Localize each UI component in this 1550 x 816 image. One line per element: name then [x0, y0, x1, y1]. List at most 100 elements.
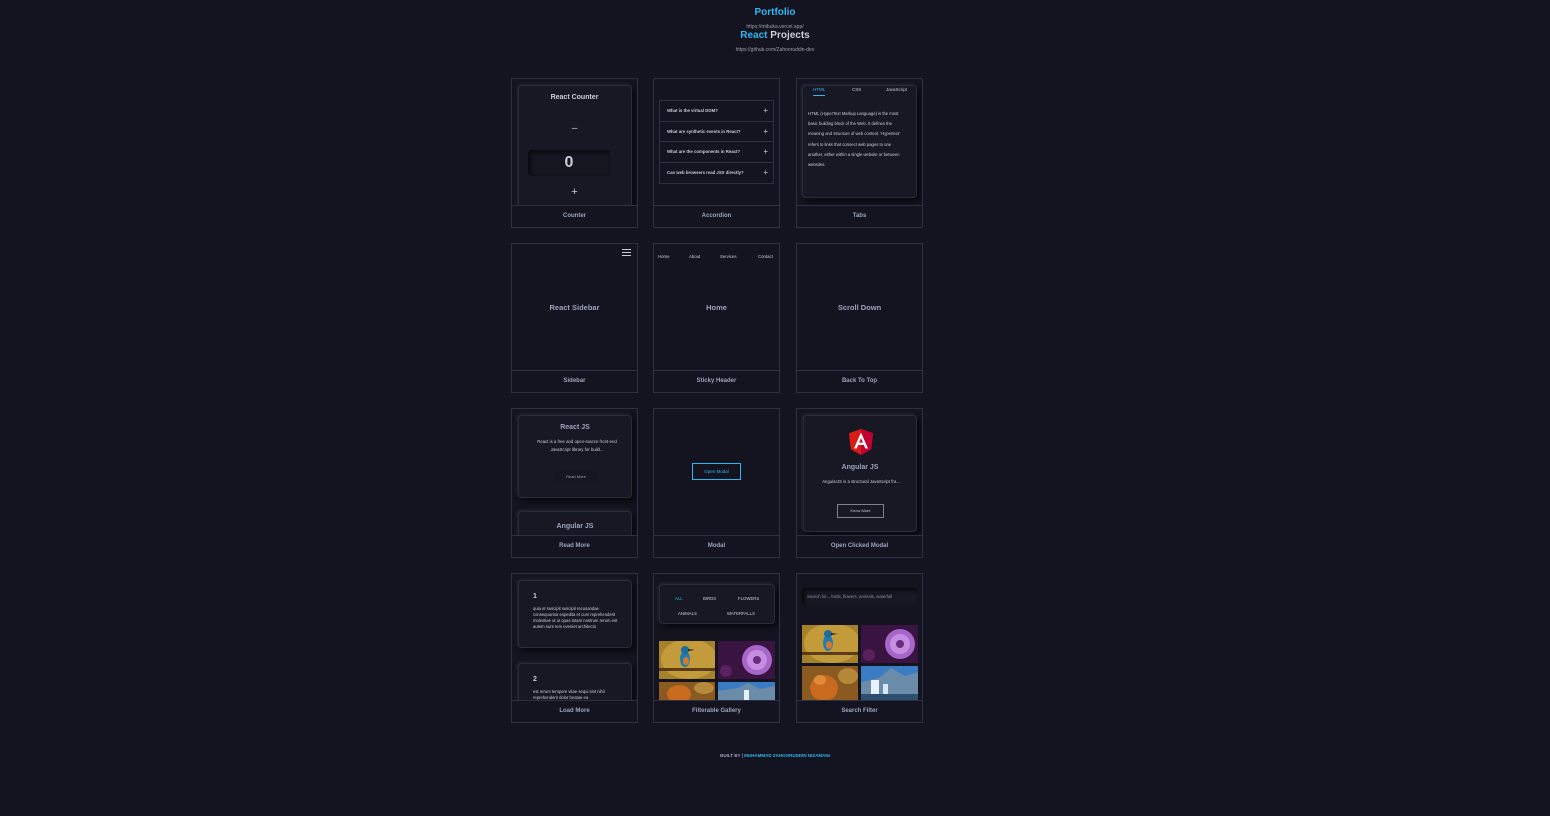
projects-title: React Projects [0, 30, 1550, 41]
read-more-description: React is a free and open-source front-en… [537, 439, 617, 452]
clicked-modal-preview: Angular JS AngularJS is a structural Jav… [797, 409, 922, 535]
angular-logo-icon [849, 429, 873, 456]
project-card-sticky-header[interactable]: Home About Services Contact Home Sticky … [653, 243, 780, 393]
sticky-header-preview: Home About Services Contact Home [654, 244, 779, 370]
plus-icon: + [763, 106, 768, 115]
plus-icon: + [763, 126, 768, 136]
accordion-item[interactable]: What are the components in React? + [660, 142, 773, 163]
tabs-preview: HTML CSS JavaScript HTML (HyperText Mark… [797, 79, 922, 205]
accordion-preview: What is the virtual DOM? + What are synth… [654, 79, 779, 205]
project-card-tabs[interactable]: HTML CSS JavaScript HTML (HyperText Mark… [796, 78, 923, 228]
search-filter-preview: Search for... birds, flowers, animals, w… [797, 574, 922, 700]
know-more-button[interactable]: Know More [837, 504, 884, 518]
load-more-preview: 1 quia et suscipit suscipit recusandae c… [512, 574, 637, 700]
project-card-accordion[interactable]: What is the virtual DOM? + What are synth… [653, 78, 780, 228]
search-image-bird[interactable] [802, 625, 858, 663]
post-number: 1 [533, 593, 537, 600]
read-more-panel-2: Angular JS [518, 511, 632, 535]
sticky-header-text: Home [706, 303, 727, 312]
post-number: 2 [533, 676, 537, 683]
project-card-counter[interactable]: React Counter – 0 + Counter [511, 78, 638, 228]
clicked-modal-panel: Angular JS AngularJS is a structural Jav… [803, 415, 917, 532]
github-url-link[interactable]: https://github.com/Zahooruddin-dev [0, 47, 1550, 53]
project-card-sidebar[interactable]: React Sidebar Sidebar [511, 243, 638, 393]
accordion-item[interactable]: Can web browsers read JSX directly? + [660, 163, 773, 184]
projects-title-accent: React [740, 30, 768, 41]
angular-title: Angular JS [841, 464, 879, 471]
hamburger-menu-icon[interactable] [622, 249, 631, 257]
portfolio-title[interactable]: Portfolio [0, 7, 1550, 18]
card-caption[interactable]: Search Filter [797, 700, 922, 722]
project-card-filterable-gallery[interactable]: ALL BIRDS FLOWERS ANIMALS WATERFALLS Fil… [653, 573, 780, 723]
card-caption[interactable]: Read More [512, 535, 637, 557]
card-caption[interactable]: Back To Top [797, 370, 922, 392]
footer-prefix: BUILT BY | [720, 753, 745, 758]
card-caption[interactable]: Filterable Gallery [654, 700, 779, 722]
sidebar-text: React Sidebar [549, 303, 600, 312]
post-card-2: 2 est rerum tempore vitae sequi sint nih… [518, 663, 632, 700]
author-link[interactable]: MUHAMMAD ZAHOORUDDIN NIZAMANI [744, 753, 830, 758]
search-image-animal[interactable] [802, 666, 858, 700]
page-footer: BUILT BY | MUHAMMAD ZAHOORUDDIN NIZAMANI [0, 753, 1550, 758]
read-more-preview: React JS React is a free and open-source… [512, 409, 637, 535]
card-caption[interactable]: Sticky Header [654, 370, 779, 392]
search-image-flower[interactable] [861, 625, 918, 663]
nav-link-about[interactable]: About [689, 254, 700, 259]
project-card-read-more[interactable]: React JS React is a free and open-source… [511, 408, 638, 558]
accordion-item[interactable]: What is the virtual DOM? + [660, 101, 773, 122]
filter-waterfalls[interactable]: WATERFALLS [727, 611, 755, 616]
read-more-title: React JS [560, 424, 590, 431]
open-modal-button[interactable]: Open Modal [692, 463, 741, 480]
nav-link-contact[interactable]: Contact [758, 254, 773, 259]
gallery-filter-panel: ALL BIRDS FLOWERS ANIMALS WATERFALLS [659, 584, 775, 624]
post-body: est rerum tempore vitae sequi sint nihil… [533, 689, 605, 700]
accordion-item[interactable]: What are synthetic events in React? + [660, 122, 773, 142]
gallery-image-waterfall[interactable] [718, 682, 775, 700]
filter-all[interactable]: ALL [675, 596, 683, 601]
counter-title: React Counter [550, 94, 599, 101]
counter-preview: React Counter – 0 + [512, 79, 637, 205]
read-more-title-2: Angular JS [556, 523, 594, 530]
card-caption[interactable]: Modal [654, 535, 779, 557]
plus-icon: + [763, 147, 768, 156]
accordion-list: What is the virtual DOM? + What are synth… [659, 100, 774, 184]
project-card-load-more[interactable]: 1 quia et suscipit suscipit recusandae c… [511, 573, 638, 723]
card-caption[interactable]: Counter [512, 205, 637, 227]
project-card-modal[interactable]: Open Modal Modal [653, 408, 780, 558]
read-more-button[interactable]: Read More [555, 471, 597, 482]
card-caption[interactable]: Open Clicked Modal [797, 535, 922, 557]
card-caption[interactable]: Load More [512, 700, 637, 722]
scroll-down-text: Scroll Down [837, 303, 882, 312]
tab-bar: HTML CSS JavaScript [802, 87, 909, 101]
plus-icon: + [763, 167, 768, 177]
tab-css[interactable]: CSS [852, 87, 861, 92]
filter-birds[interactable]: BIRDS [703, 596, 716, 601]
gallery-image-animal[interactable] [659, 682, 715, 700]
post-card-1: 1 quia et suscipit suscipit recusandae c… [518, 580, 632, 648]
post-body: quia et suscipit suscipit recusandae con… [533, 606, 618, 629]
decrement-button[interactable]: – [512, 123, 637, 134]
card-caption[interactable]: Sidebar [512, 370, 637, 392]
search-input[interactable]: Search for... birds, flowers, animals, w… [802, 588, 918, 605]
project-card-search-filter[interactable]: Search for... birds, flowers, animals, w… [796, 573, 923, 723]
tab-html[interactable]: HTML [813, 87, 826, 96]
filter-animals[interactable]: ANIMALS [678, 611, 697, 616]
counter-value: 0 [528, 150, 610, 176]
increment-button[interactable]: + [512, 186, 637, 198]
projects-title-rest: Projects [767, 30, 810, 41]
card-caption[interactable]: Tabs [797, 205, 922, 227]
tab-javascript[interactable]: JavaScript [886, 87, 907, 92]
gallery-preview: ALL BIRDS FLOWERS ANIMALS WATERFALLS [654, 574, 779, 700]
sidebar-preview: React Sidebar [512, 244, 637, 370]
project-card-open-clicked-modal[interactable]: Angular JS AngularJS is a structural Jav… [796, 408, 923, 558]
angular-description: AngularJS is a structural JavaScript fra… [822, 479, 900, 484]
gallery-image-bird[interactable] [659, 641, 715, 679]
card-caption[interactable]: Accordion [654, 205, 779, 227]
search-image-waterfall[interactable] [861, 666, 918, 700]
modal-preview: Open Modal [654, 409, 779, 535]
gallery-image-flower[interactable] [718, 641, 775, 679]
nav-link-home[interactable]: Home [658, 254, 669, 259]
project-card-back-to-top[interactable]: Scroll Down Back To Top [796, 243, 923, 393]
nav-link-services[interactable]: Services [720, 254, 736, 259]
filter-flowers[interactable]: FLOWERS [738, 596, 759, 601]
